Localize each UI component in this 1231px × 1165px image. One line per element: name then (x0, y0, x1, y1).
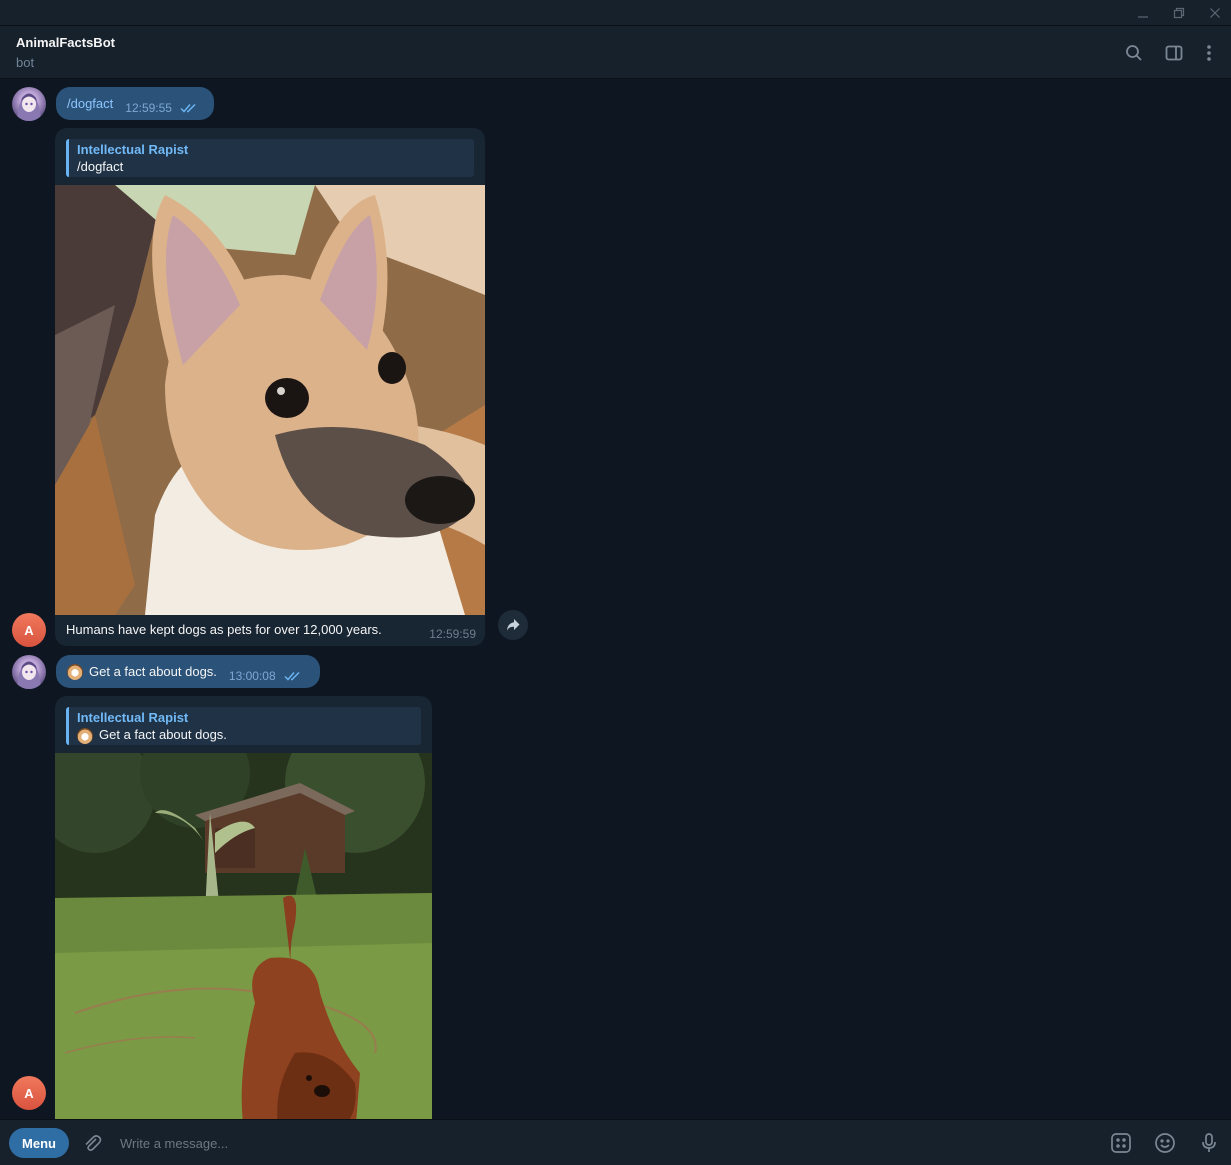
reply-author: Intellectual Rapist (77, 710, 189, 725)
chat-header[interactable]: AnimalFactsBot bot (0, 26, 1231, 79)
reply-quote[interactable]: Intellectual Rapist /dogfact (66, 139, 474, 177)
dog-emoji-icon (77, 727, 93, 744)
message-list[interactable]: /dogfact 12:59:55 Intellectual Rapist /d… (0, 79, 1231, 1119)
microphone-icon[interactable] (1195, 1129, 1223, 1157)
sidebar-toggle-icon[interactable] (1159, 38, 1189, 68)
user-avatar[interactable] (12, 87, 46, 121)
window-titlebar (0, 0, 1231, 26)
attach-icon[interactable] (79, 1130, 105, 1156)
more-vert-icon[interactable] (1194, 38, 1224, 68)
bot-commands-icon[interactable] (1107, 1129, 1135, 1157)
bot-avatar[interactable]: A (12, 1076, 46, 1110)
message-time: 13:00:08 (228, 669, 276, 683)
restore-icon[interactable] (1169, 3, 1189, 23)
message-text[interactable]: Get a fact about dogs. (89, 664, 217, 679)
reply-text: Get a fact about dogs. (77, 726, 421, 744)
search-icon[interactable] (1119, 38, 1149, 68)
share-button[interactable] (498, 610, 528, 640)
reply-text: /dogfact (77, 159, 124, 174)
reply-quote[interactable]: Intellectual Rapist Get a fact about dog… (66, 707, 421, 745)
chat-status: bot (16, 55, 35, 70)
double-check-icon (284, 669, 302, 684)
message-input[interactable] (120, 1131, 1080, 1155)
message-time: 12:59:55 (125, 101, 172, 115)
bot-menu-button[interactable]: Menu (9, 1128, 69, 1158)
outgoing-message[interactable]: Get a fact about dogs. 13:00:08 (56, 655, 320, 688)
avatar-letter: A (24, 1085, 34, 1101)
incoming-message[interactable]: Intellectual Rapist /dogfact Humans have… (55, 128, 485, 646)
message-text[interactable]: /dogfact (67, 96, 113, 111)
chat-title[interactable]: AnimalFactsBot (16, 35, 115, 50)
close-icon[interactable] (1205, 3, 1225, 23)
bot-avatar[interactable]: A (12, 613, 46, 647)
composer-bar: Menu (0, 1119, 1231, 1165)
incoming-message[interactable]: Intellectual Rapist Get a fact about dog… (55, 696, 432, 1119)
share-icon (507, 619, 520, 631)
outgoing-message[interactable]: /dogfact 12:59:55 (56, 87, 214, 120)
reply-author: Intellectual Rapist (77, 142, 189, 157)
double-check-icon (180, 101, 198, 116)
message-time: 12:59:59 (429, 627, 476, 641)
reply-text-content: Get a fact about dogs. (99, 727, 227, 742)
minimize-icon[interactable] (1133, 3, 1153, 23)
puppy-photo[interactable] (55, 185, 485, 615)
setter-dog-photo[interactable] (55, 753, 432, 1119)
message-caption[interactable]: Humans have kept dogs as pets for over 1… (66, 622, 382, 637)
avatar-letter: A (24, 622, 34, 638)
dog-emoji-icon (67, 663, 83, 680)
user-avatar[interactable] (12, 655, 46, 689)
emoji-icon[interactable] (1151, 1129, 1179, 1157)
